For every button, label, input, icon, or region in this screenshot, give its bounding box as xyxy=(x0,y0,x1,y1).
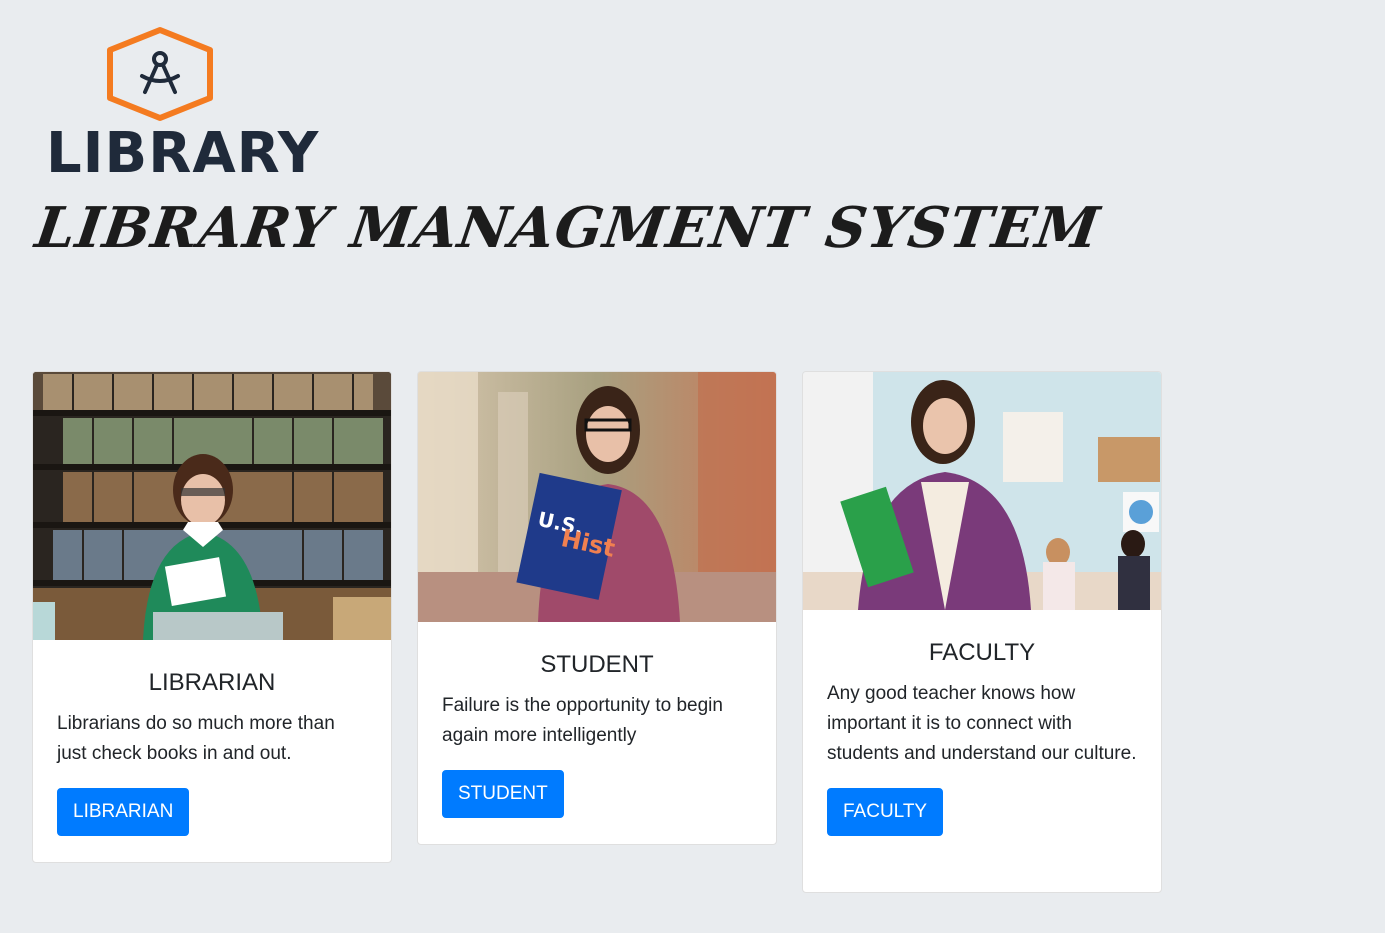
library-logo: LIBRARY xyxy=(46,26,320,186)
librarian-photo xyxy=(33,372,391,640)
logo-wordmark: LIBRARY xyxy=(46,121,320,186)
student-card: U.S. Hist STUDENT Failure is the opportu… xyxy=(417,371,777,845)
student-text: Failure is the opportunity to begin agai… xyxy=(442,695,723,746)
student-title: STUDENT xyxy=(540,651,654,678)
librarian-title: LIBRARIAN xyxy=(148,669,276,696)
librarian-text: Librarians do so much more than just che… xyxy=(57,713,335,764)
faculty-button[interactable]: FACULTY xyxy=(827,788,944,836)
faculty-photo xyxy=(803,372,1161,610)
faculty-card: FACULTY Any good teacher knows how impor… xyxy=(802,371,1162,893)
librarian-card: LIBRARIAN Librarians do so much more tha… xyxy=(32,371,392,863)
faculty-title: FACULTY xyxy=(928,639,1036,666)
page-title: LIBRARY MANAGMENT SYSTEM xyxy=(31,195,1104,261)
student-button[interactable]: STUDENT xyxy=(442,770,564,818)
librarian-button[interactable]: LIBRARIAN xyxy=(57,788,190,836)
student-photo: U.S. Hist xyxy=(418,372,776,622)
compass-hexagon-icon xyxy=(107,27,213,121)
faculty-text: Any good teacher knows how important it … xyxy=(827,683,1137,764)
